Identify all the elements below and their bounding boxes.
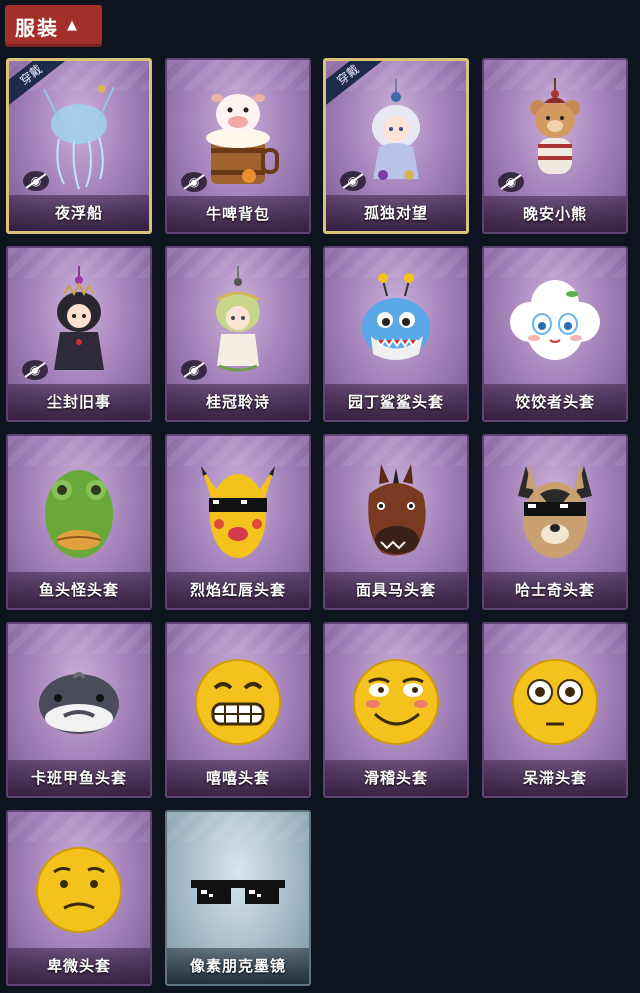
item-label: 像素朋克墨镜 <box>167 948 309 984</box>
pixel-sunglasses-icon <box>183 830 293 942</box>
item-card[interactable]: 面具马头套 <box>323 434 469 610</box>
item-label: 卑微头套 <box>8 948 150 984</box>
item-label: 卡班甲鱼头套 <box>8 760 150 796</box>
hidden-eye-icon[interactable]: ◉ <box>340 171 366 191</box>
item-label: 滑稽头套 <box>325 760 467 796</box>
item-card[interactable]: 嘻嘻头套 <box>165 622 311 798</box>
item-grid: 穿戴 ◉ 夜浮船 ◉ 牛啤背包 穿戴 ◉ 孤独对望 ◉ 晚安小熊 ◉ 尘封旧事 ◉ 桂冠聆诗 园丁鲨鲨头套饺… <box>0 0 640 993</box>
shark-head-icon <box>341 266 451 378</box>
yellow-mask-head-icon <box>183 454 293 566</box>
item-card[interactable]: ◉ 桂冠聆诗 <box>165 246 311 422</box>
item-card[interactable]: 呆滞头套 <box>482 622 628 798</box>
item-card[interactable]: ◉ 晚安小熊 <box>482 58 628 234</box>
hidden-eye-icon[interactable]: ◉ <box>498 172 524 192</box>
item-card[interactable]: ◉ 尘封旧事 <box>6 246 152 422</box>
item-label: 烈焰红唇头套 <box>167 572 309 608</box>
hidden-eye-icon[interactable]: ◉ <box>22 360 48 380</box>
item-card[interactable]: 园丁鲨鲨头套 <box>323 246 469 422</box>
item-label: 晚安小熊 <box>484 196 626 232</box>
stare-emoji-icon <box>500 642 610 754</box>
cloud-face-head-icon <box>500 266 610 378</box>
item-label: 哈士奇头套 <box>484 572 626 608</box>
item-card[interactable]: 鱼头怪头套 <box>6 434 152 610</box>
item-card[interactable]: 卡班甲鱼头套 <box>6 622 152 798</box>
husky-head-icon <box>500 454 610 566</box>
item-label: 嘻嘻头套 <box>167 760 309 796</box>
whale-head-icon <box>24 642 134 754</box>
smirk-emoji-icon <box>341 642 451 754</box>
item-card[interactable]: 像素朋克墨镜 <box>165 810 311 986</box>
item-card[interactable]: 滑稽头套 <box>323 622 469 798</box>
item-label: 孤独对望 <box>326 195 466 231</box>
hidden-eye-icon[interactable]: ◉ <box>181 172 207 192</box>
item-label: 鱼头怪头套 <box>8 572 150 608</box>
item-card[interactable]: 卑微头套 <box>6 810 152 986</box>
item-label: 牛啤背包 <box>167 196 309 232</box>
item-label: 尘封旧事 <box>8 384 150 420</box>
item-label: 面具马头套 <box>325 572 467 608</box>
hidden-eye-icon[interactable]: ◉ <box>181 360 207 380</box>
item-card[interactable]: 哈士奇头套 <box>482 434 628 610</box>
hidden-eye-icon[interactable]: ◉ <box>23 171 49 191</box>
item-label: 桂冠聆诗 <box>167 384 309 420</box>
fish-head-icon <box>24 454 134 566</box>
item-card[interactable]: 穿戴 ◉ 夜浮船 <box>6 58 152 234</box>
humble-emoji-icon <box>24 830 134 942</box>
grin-emoji-icon <box>183 642 293 754</box>
item-card[interactable]: 饺饺者头套 <box>482 246 628 422</box>
item-label: 饺饺者头套 <box>484 384 626 420</box>
item-card[interactable]: 穿戴 ◉ 孤独对望 <box>323 58 469 234</box>
item-card[interactable]: ◉ 牛啤背包 <box>165 58 311 234</box>
item-card[interactable]: 烈焰红唇头套 <box>165 434 311 610</box>
horse-head-icon <box>341 454 451 566</box>
item-label: 夜浮船 <box>9 195 149 231</box>
item-label: 呆滞头套 <box>484 760 626 796</box>
item-label: 园丁鲨鲨头套 <box>325 384 467 420</box>
